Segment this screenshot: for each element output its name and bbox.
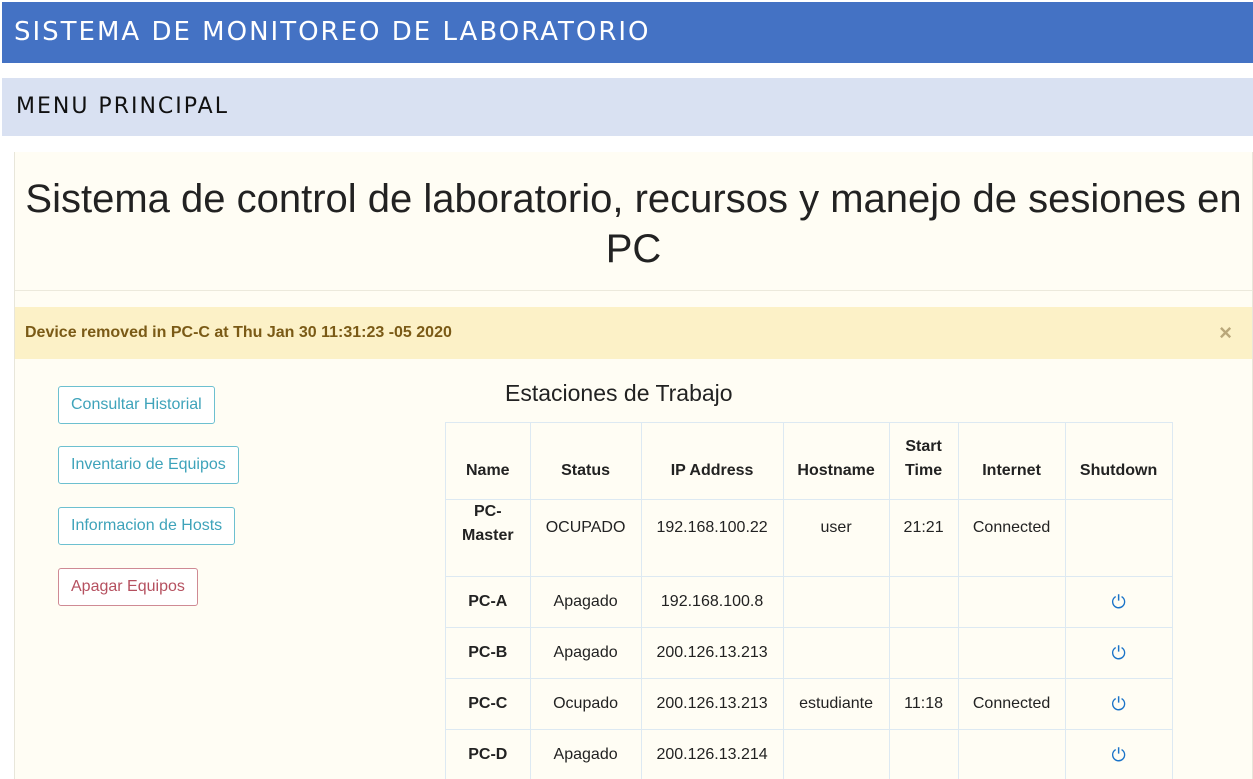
cell-name: PC-A: [445, 576, 531, 628]
table-row: PC-D Apagado 200.126.13.214 ⏻: [445, 729, 1173, 779]
stations-title: Estaciones de Trabajo: [505, 380, 733, 406]
table-row: PC-C Ocupado 200.126.13.213 estudiante 11:18…: [445, 678, 1173, 730]
cell-internet: [957, 729, 1066, 779]
alert-banner: Device removed in PC-C at Thu Jan 30 11:…: [15, 307, 1252, 359]
divider: [15, 290, 1252, 291]
cell-hostname: [782, 576, 890, 628]
cell-ip-address: 192.168.100.8: [640, 576, 784, 628]
cell-hostname: user: [782, 499, 890, 577]
page-title: Sistema de control de laboratorio, recur…: [25, 177, 1242, 271]
table-row: PC-B Apagado 200.126.13.213 ⏻: [445, 627, 1173, 679]
col-ip-address: IP Address: [640, 422, 784, 500]
alert-message: Device removed in PC-C at Thu Jan 30 11:…: [25, 324, 452, 341]
col-name: Name: [445, 422, 531, 500]
apagar-equipos-button[interactable]: Apagar Equipos: [58, 568, 198, 606]
cell-start-time: 21:21: [888, 499, 959, 577]
cell-shutdown: ⏻: [1064, 576, 1173, 628]
power-icon[interactable]: ⏻: [1111, 592, 1125, 613]
cell-start-time: 11:18: [888, 678, 959, 730]
cell-name: PC-D: [445, 729, 531, 779]
cell-start-time: [888, 627, 959, 679]
cell-name: PC-C: [445, 678, 531, 730]
col-hostname: Hostname: [782, 422, 890, 500]
cell-internet: Connected: [957, 499, 1066, 577]
cell-hostname: [782, 729, 890, 779]
table-row: PC-A Apagado 192.168.100.8 ⏻: [445, 576, 1173, 628]
main-panel: Sistema de control de laboratorio, recur…: [14, 152, 1253, 779]
table-row: PC-Master OCUPADO 192.168.100.22 user 21:21 C…: [445, 499, 1173, 577]
cell-internet: [957, 576, 1066, 628]
col-shutdown: Shutdown: [1064, 422, 1173, 500]
col-start-time: Start Time: [888, 422, 959, 500]
cell-status: Apagado: [529, 576, 642, 628]
cell-name: PC-B: [445, 627, 531, 679]
col-status: Status: [529, 422, 642, 500]
col-internet: Internet: [957, 422, 1066, 500]
cell-start-time: [888, 729, 959, 779]
power-icon[interactable]: ⏻: [1111, 745, 1125, 766]
stations-table: Name Status IP Address Hostname Start Ti…: [445, 422, 1173, 779]
cell-shutdown: [1064, 499, 1173, 577]
cell-ip-address: 200.126.13.213: [640, 627, 784, 679]
inventario-equipos-button[interactable]: Inventario de Equipos: [58, 446, 239, 484]
cell-status: Ocupado: [529, 678, 642, 730]
cell-shutdown: ⏻: [1064, 729, 1173, 779]
cell-hostname: estudiante: [782, 678, 890, 730]
cell-status: OCUPADO: [529, 499, 642, 577]
consultar-historial-button[interactable]: Consultar Historial: [58, 386, 215, 424]
cell-start-time: [888, 576, 959, 628]
cell-internet: Connected: [957, 678, 1066, 730]
cell-name: PC-Master: [445, 499, 531, 577]
cell-shutdown: ⏻: [1064, 627, 1173, 679]
table-header-row: Name Status IP Address Hostname Start Ti…: [445, 422, 1173, 500]
cell-ip-address: 200.126.13.214: [640, 729, 784, 779]
informacion-hosts-button[interactable]: Informacion de Hosts: [58, 507, 236, 545]
power-icon[interactable]: ⏻: [1111, 643, 1125, 664]
menu-banner: MENU PRINCIPAL: [2, 78, 1253, 136]
power-icon[interactable]: ⏻: [1111, 694, 1125, 715]
cell-shutdown: ⏻: [1064, 678, 1173, 730]
cell-internet: [957, 627, 1066, 679]
cell-status: Apagado: [529, 627, 642, 679]
cell-ip-address: 200.126.13.213: [640, 678, 784, 730]
app-title-banner: SISTEMA DE MONITOREO DE LABORATORIO: [2, 2, 1253, 63]
close-icon[interactable]: ×: [1219, 307, 1232, 359]
cell-ip-address: 192.168.100.22: [640, 499, 784, 577]
cell-hostname: [782, 627, 890, 679]
cell-status: Apagado: [529, 729, 642, 779]
